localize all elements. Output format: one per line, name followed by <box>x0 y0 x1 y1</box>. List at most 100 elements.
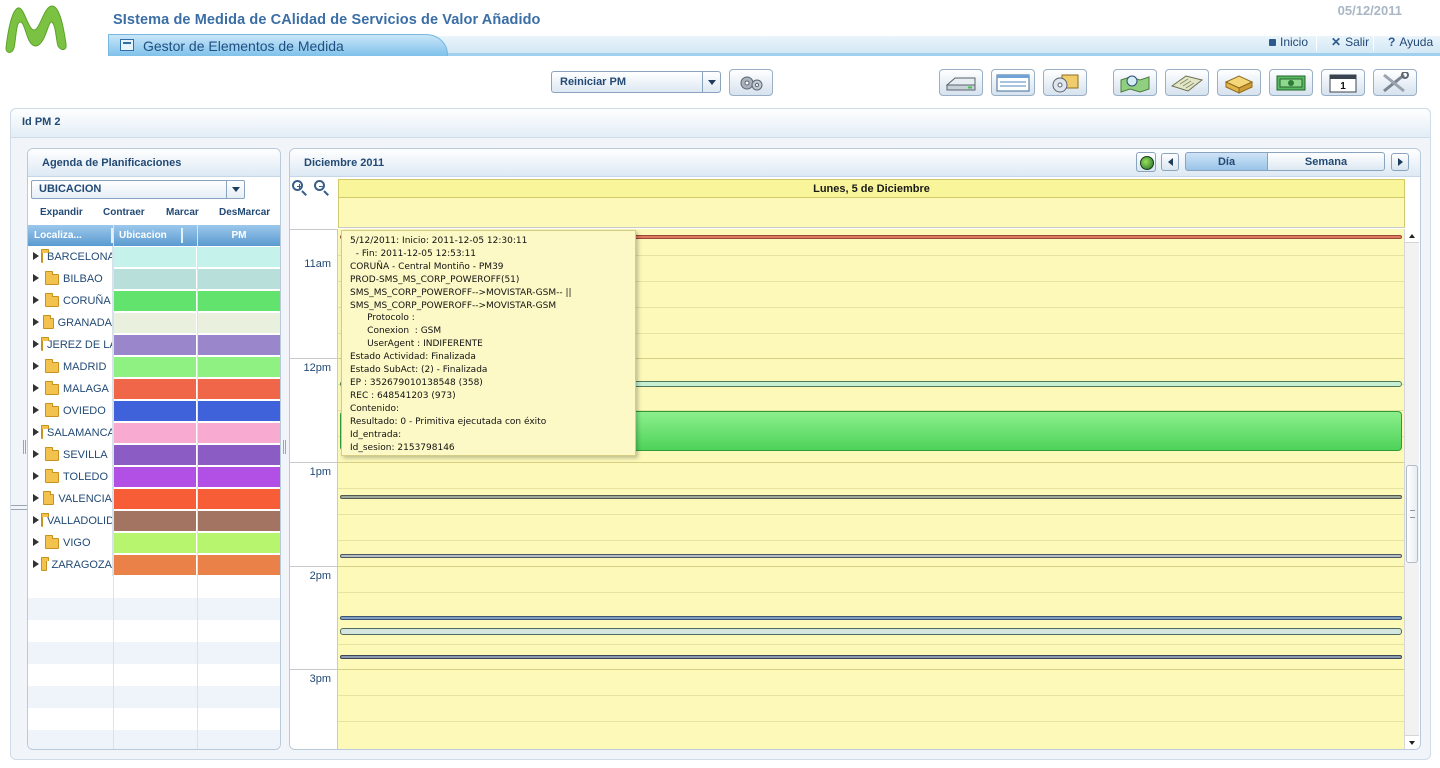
tree-row[interactable]: VALENCIA <box>28 488 280 510</box>
unmark-all-link[interactable]: DesMarcar <box>219 207 270 218</box>
toolbar-drive-button[interactable] <box>939 69 983 96</box>
center-splitter-handle[interactable] <box>283 440 286 454</box>
schedule-event[interactable] <box>340 554 1402 558</box>
schedule-event[interactable] <box>340 628 1402 635</box>
empty-row <box>28 642 280 664</box>
toolbar-keyboard-button[interactable] <box>1165 69 1209 96</box>
toolbar-calendar-button[interactable]: 1 <box>1321 69 1365 96</box>
expand-arrow-icon[interactable] <box>33 493 41 505</box>
tree-row[interactable]: CORUÑA <box>28 290 280 312</box>
scroll-up-icon[interactable] <box>1405 229 1419 243</box>
expand-arrow-icon[interactable] <box>33 361 43 373</box>
expand-arrow-icon[interactable] <box>33 295 43 307</box>
expand-all-link[interactable]: Expandir <box>40 207 83 218</box>
pm-color-swatch <box>198 467 280 487</box>
help-icon: ? <box>1388 35 1396 49</box>
toolbar-money-button[interactable] <box>1269 69 1313 96</box>
expand-arrow-icon[interactable] <box>33 273 43 285</box>
tree-row-label: BILBAO <box>63 273 103 285</box>
drive-icon <box>945 77 976 90</box>
action-select[interactable]: Reiniciar PM <box>551 71 721 93</box>
ubicacion-color-swatch <box>114 379 196 399</box>
empty-row <box>28 708 280 730</box>
action-select-value: Reiniciar PM <box>560 76 627 88</box>
folder-icon <box>45 402 59 417</box>
pm-color-swatch <box>198 445 280 465</box>
tree-row[interactable]: JEREZ DE LA FRONTERA <box>28 334 280 356</box>
column-resize-handle[interactable] <box>181 228 183 243</box>
toolbar-form-button[interactable] <box>991 69 1035 96</box>
tree-row[interactable]: VIGO <box>28 532 280 554</box>
tree-row[interactable]: TOLEDO <box>28 466 280 488</box>
expand-arrow-icon[interactable] <box>33 317 41 329</box>
schedule-event[interactable] <box>340 655 1402 659</box>
group-by-select[interactable]: UBICACION <box>31 180 245 199</box>
previous-button[interactable] <box>1161 153 1179 171</box>
toolbar-media-button[interactable] <box>1043 69 1087 96</box>
column-header-location[interactable]: Localiza... <box>28 225 114 246</box>
calendar-header: Diciembre 2011 Día Semana <box>290 149 1420 177</box>
empty-row <box>28 598 280 620</box>
expand-arrow-icon[interactable] <box>33 405 43 417</box>
zoom-out-icon[interactable] <box>314 180 330 196</box>
window-icon <box>120 39 134 51</box>
expand-arrow-icon[interactable] <box>33 559 39 571</box>
tree-row[interactable]: BARCELONA <box>28 246 280 268</box>
calendar-scrollbar[interactable] <box>1404 229 1419 749</box>
tree-row[interactable]: SEVILLA <box>28 444 280 466</box>
folder-icon <box>41 336 49 351</box>
expand-arrow-icon[interactable] <box>33 449 43 461</box>
tree-row-label: GRANADA <box>57 317 112 329</box>
tree-row-label: MALAGA <box>63 383 109 395</box>
grid-line <box>338 488 1405 489</box>
empty-row <box>28 664 280 686</box>
scroll-down-icon[interactable] <box>1405 735 1419 749</box>
expand-arrow-icon[interactable] <box>33 251 39 263</box>
schedule-event[interactable] <box>340 616 1402 620</box>
schedule-event[interactable] <box>340 495 1402 499</box>
tab-week[interactable]: Semana <box>1267 152 1385 171</box>
all-day-row[interactable] <box>338 198 1405 228</box>
chevron-down-icon <box>226 181 244 198</box>
tree-row-label: JEREZ DE LA FRONTERA <box>47 339 112 351</box>
tree-row[interactable]: MALAGA <box>28 378 280 400</box>
refresh-icon[interactable] <box>1136 152 1156 172</box>
column-header-pm[interactable]: PM <box>198 225 280 246</box>
expand-arrow-icon[interactable] <box>33 339 39 351</box>
expand-arrow-icon[interactable] <box>33 471 43 483</box>
tree-row-label: VIGO <box>63 537 91 549</box>
scrollbar-thumb[interactable] <box>1406 465 1418 563</box>
expand-arrow-icon[interactable] <box>33 427 39 439</box>
grid-line <box>338 644 1405 645</box>
toolbar-map-button[interactable] <box>1113 69 1157 96</box>
left-splitter-handle[interactable] <box>23 440 26 454</box>
tree-row[interactable]: VALLADOLID <box>28 510 280 532</box>
toolbar-tools-button[interactable] <box>1373 69 1417 96</box>
execute-action-button[interactable] <box>729 69 773 96</box>
ubicacion-color-swatch <box>114 269 196 289</box>
mark-all-link[interactable]: Marcar <box>166 207 199 218</box>
folder-icon <box>45 446 59 461</box>
schedule-panel-title: Agenda de Planificaciones <box>42 157 182 169</box>
next-button[interactable] <box>1391 153 1409 171</box>
exit-link[interactable]: ✕ Salir <box>1331 35 1369 49</box>
expand-arrow-icon[interactable] <box>33 515 39 527</box>
tree-row[interactable]: MADRID <box>28 356 280 378</box>
tree-row[interactable]: BILBAO <box>28 268 280 290</box>
column-header-ubicacion[interactable]: Ubicacion <box>114 225 198 246</box>
help-link[interactable]: ? Ayuda <box>1388 35 1433 49</box>
column-resize-handle[interactable] <box>111 228 113 243</box>
tree-row-location: CORUÑA <box>28 290 113 312</box>
toolbar-box-button[interactable] <box>1217 69 1261 96</box>
tree-row[interactable]: OVIEDO <box>28 400 280 422</box>
tree-row[interactable]: GRANADA <box>28 312 280 334</box>
tab-day[interactable]: Día <box>1185 152 1268 171</box>
home-link[interactable]: Inicio <box>1269 35 1308 49</box>
tree-row[interactable]: ZARAGOZA <box>28 554 280 576</box>
grid-line <box>338 566 1405 567</box>
expand-arrow-icon[interactable] <box>33 537 43 549</box>
expand-arrow-icon[interactable] <box>33 383 43 395</box>
collapse-all-link[interactable]: Contraer <box>103 207 145 218</box>
tree-row[interactable]: SALAMANCA <box>28 422 280 444</box>
zoom-in-icon[interactable] <box>292 180 308 196</box>
